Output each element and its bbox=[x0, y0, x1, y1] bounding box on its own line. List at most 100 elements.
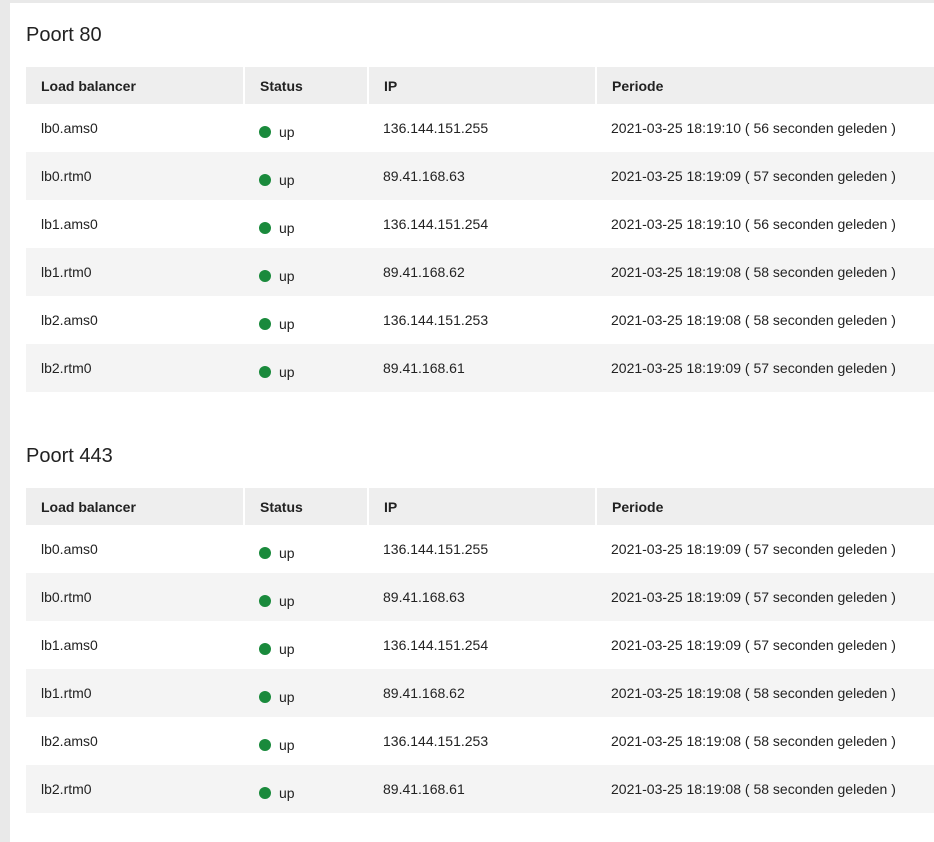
status-up-icon bbox=[259, 691, 271, 703]
lb-name-cell: lb0.ams0 bbox=[26, 104, 244, 152]
status-up-icon bbox=[259, 222, 271, 234]
period-text: 2021-03-25 18:19:10 ( 56 seconden gelede… bbox=[611, 120, 896, 136]
lb-name: lb2.rtm0 bbox=[41, 781, 92, 797]
column-header-status: Status bbox=[243, 67, 368, 104]
table-row: lb1.rtm0 up 89.41.168.62 2021-03-25 18:1… bbox=[26, 248, 934, 296]
status-text: up bbox=[279, 593, 295, 609]
ip-address: 89.41.168.63 bbox=[383, 168, 465, 184]
status-up-icon bbox=[259, 126, 271, 138]
lb-name: lb0.ams0 bbox=[41, 541, 98, 557]
status-cell: up bbox=[244, 525, 368, 573]
status-text: up bbox=[279, 268, 295, 284]
lb-name: lb2.ams0 bbox=[41, 312, 98, 328]
status-text: up bbox=[279, 641, 295, 657]
status-text: up bbox=[279, 689, 295, 705]
period-text: 2021-03-25 18:19:10 ( 56 seconden gelede… bbox=[611, 216, 896, 232]
period-text: 2021-03-25 18:19:08 ( 58 seconden gelede… bbox=[611, 264, 896, 280]
lb-name-cell: lb2.rtm0 bbox=[26, 344, 244, 392]
ip-address: 136.144.151.254 bbox=[383, 216, 489, 232]
status-text: up bbox=[279, 737, 295, 753]
status-cell: up bbox=[244, 621, 368, 669]
lb-name-cell: lb1.rtm0 bbox=[26, 248, 244, 296]
ip-cell: 89.41.168.63 bbox=[368, 573, 596, 621]
table-row: lb1.ams0 up 136.144.151.254 2021-03-25 1… bbox=[26, 621, 934, 669]
period-cell: 2021-03-25 18:19:08 ( 58 seconden gelede… bbox=[596, 669, 934, 717]
status-cell: up bbox=[244, 152, 368, 200]
period-cell: 2021-03-25 18:19:08 ( 58 seconden gelede… bbox=[596, 717, 934, 765]
column-header-status: Status bbox=[243, 488, 368, 525]
status-cell: up bbox=[244, 717, 368, 765]
status-cell: up bbox=[244, 669, 368, 717]
lb-name: lb2.ams0 bbox=[41, 733, 98, 749]
ip-cell: 89.41.168.61 bbox=[368, 344, 596, 392]
table-row: lb2.rtm0 up 89.41.168.61 2021-03-25 18:1… bbox=[26, 765, 934, 813]
status-text: up bbox=[279, 220, 295, 236]
lb-name-cell: lb1.rtm0 bbox=[26, 669, 244, 717]
table-body: lb0.ams0 up 136.144.151.255 2021-03-25 1… bbox=[26, 104, 934, 392]
period-text: 2021-03-25 18:19:09 ( 57 seconden gelede… bbox=[611, 168, 896, 184]
period-text: 2021-03-25 18:19:09 ( 57 seconden gelede… bbox=[611, 589, 896, 605]
status-cell: up bbox=[244, 573, 368, 621]
ip-cell: 136.144.151.253 bbox=[368, 296, 596, 344]
status-cell: up bbox=[244, 200, 368, 248]
table-row: lb0.ams0 up 136.144.151.255 2021-03-25 1… bbox=[26, 104, 934, 152]
column-header-load-balancer: Load balancer bbox=[26, 488, 244, 525]
lb-name: lb1.ams0 bbox=[41, 216, 98, 232]
lb-name-cell: lb2.ams0 bbox=[26, 296, 244, 344]
period-text: 2021-03-25 18:19:08 ( 58 seconden gelede… bbox=[611, 781, 896, 797]
period-cell: 2021-03-25 18:19:08 ( 58 seconden gelede… bbox=[596, 248, 934, 296]
status-text: up bbox=[279, 545, 295, 561]
status-up-icon bbox=[259, 366, 271, 378]
ip-address: 136.144.151.253 bbox=[383, 733, 489, 749]
status-text: up bbox=[279, 172, 295, 188]
status-up-icon bbox=[259, 270, 271, 282]
period-cell: 2021-03-25 18:19:09 ( 57 seconden gelede… bbox=[596, 621, 934, 669]
period-text: 2021-03-25 18:19:08 ( 58 seconden gelede… bbox=[611, 733, 896, 749]
lb-name-cell: lb0.rtm0 bbox=[26, 573, 244, 621]
status-up-icon bbox=[259, 318, 271, 330]
ip-address: 136.144.151.255 bbox=[383, 120, 489, 136]
ip-address: 89.41.168.61 bbox=[383, 781, 465, 797]
ip-address: 89.41.168.61 bbox=[383, 360, 465, 376]
column-header-load-balancer: Load balancer bbox=[26, 67, 244, 104]
table-header-row: Load balancer Status IP Periode bbox=[26, 67, 934, 104]
period-text: 2021-03-25 18:19:09 ( 57 seconden gelede… bbox=[611, 541, 896, 557]
lb-name-cell: lb2.ams0 bbox=[26, 717, 244, 765]
lb-name-cell: lb1.ams0 bbox=[26, 621, 244, 669]
status-up-icon bbox=[259, 547, 271, 559]
period-cell: 2021-03-25 18:19:09 ( 57 seconden gelede… bbox=[596, 152, 934, 200]
period-cell: 2021-03-25 18:19:09 ( 57 seconden gelede… bbox=[596, 525, 934, 573]
period-cell: 2021-03-25 18:19:09 ( 57 seconden gelede… bbox=[596, 344, 934, 392]
table-row: lb0.ams0 up 136.144.151.255 2021-03-25 1… bbox=[26, 525, 934, 573]
loadbalancer-table: Load balancer Status IP Periode lb0.ams0… bbox=[26, 67, 934, 392]
status-text: up bbox=[279, 124, 295, 140]
lb-name: lb0.rtm0 bbox=[41, 168, 92, 184]
ip-address: 136.144.151.254 bbox=[383, 637, 489, 653]
period-cell: 2021-03-25 18:19:08 ( 58 seconden gelede… bbox=[596, 765, 934, 813]
table-row: lb2.ams0 up 136.144.151.253 2021-03-25 1… bbox=[26, 296, 934, 344]
status-up-icon bbox=[259, 787, 271, 799]
column-header-ip: IP bbox=[367, 67, 596, 104]
status-up-icon bbox=[259, 739, 271, 751]
ip-cell: 136.144.151.255 bbox=[368, 525, 596, 573]
column-header-periode: Periode bbox=[595, 67, 934, 104]
period-text: 2021-03-25 18:19:08 ( 58 seconden gelede… bbox=[611, 685, 896, 701]
period-cell: 2021-03-25 18:19:10 ( 56 seconden gelede… bbox=[596, 200, 934, 248]
lb-name-cell: lb0.rtm0 bbox=[26, 152, 244, 200]
ip-cell: 89.41.168.61 bbox=[368, 765, 596, 813]
ip-cell: 136.144.151.255 bbox=[368, 104, 596, 152]
ip-cell: 89.41.168.62 bbox=[368, 248, 596, 296]
lb-name-cell: lb1.ams0 bbox=[26, 200, 244, 248]
table-row: lb0.rtm0 up 89.41.168.63 2021-03-25 18:1… bbox=[26, 573, 934, 621]
loadbalancer-table: Load balancer Status IP Periode lb0.ams0… bbox=[26, 488, 934, 813]
status-up-icon bbox=[259, 595, 271, 607]
status-panel: Poort 80 Load balancer Status IP Periode… bbox=[10, 3, 934, 842]
status-cell: up bbox=[244, 765, 368, 813]
ip-cell: 89.41.168.62 bbox=[368, 669, 596, 717]
ip-cell: 136.144.151.253 bbox=[368, 717, 596, 765]
ip-address: 89.41.168.62 bbox=[383, 264, 465, 280]
lb-name: lb2.rtm0 bbox=[41, 360, 92, 376]
status-up-icon bbox=[259, 174, 271, 186]
column-header-periode: Periode bbox=[595, 488, 934, 525]
table-row: lb2.rtm0 up 89.41.168.61 2021-03-25 18:1… bbox=[26, 344, 934, 392]
